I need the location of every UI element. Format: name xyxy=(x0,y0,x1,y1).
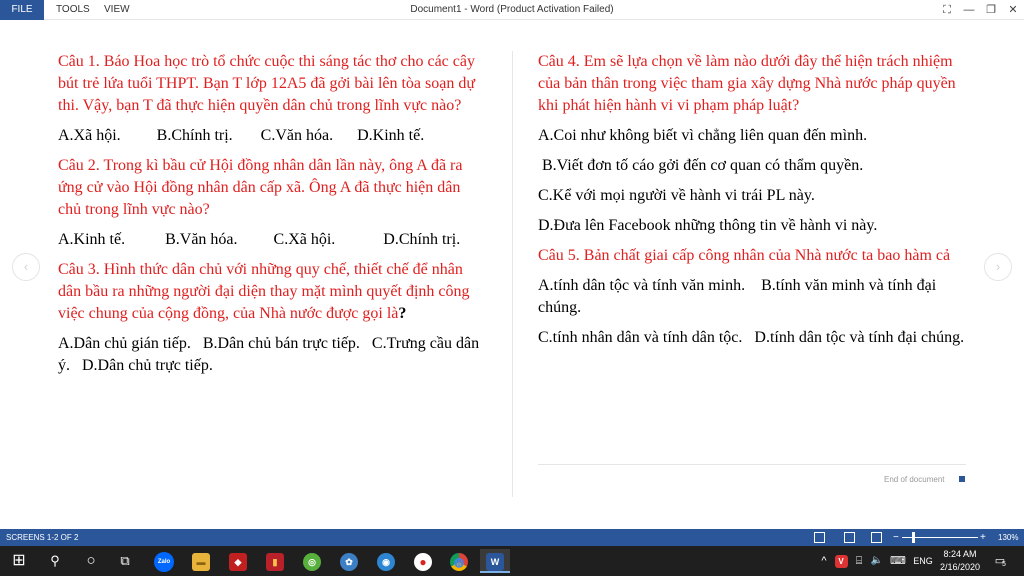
antivirus-chip: V xyxy=(834,554,848,568)
question-5-options-ab: A.tính dân tộc và tính văn minh. B.tính … xyxy=(538,277,941,316)
previous-screen-icon[interactable]: ‹ xyxy=(12,253,40,281)
input-language[interactable]: ENG xyxy=(911,546,935,576)
question-4-option-c: C.Kể với mọi người về hành vi trái PL nà… xyxy=(538,187,815,204)
title-bar: FILE TOOLS VIEW Document1 - Word (Produc… xyxy=(0,0,1024,20)
volume-icon[interactable]: 🔈 xyxy=(869,546,885,576)
zalo-app-icon[interactable]: Zalo xyxy=(149,549,179,573)
status-bar: SCREENS 1-2 OF 2 − + 130% xyxy=(0,529,1024,546)
question-4-option-d: D.Đưa lên Facebook những thông tin về hà… xyxy=(538,217,878,234)
zalo-chip: Zalo xyxy=(154,551,174,572)
search-icon[interactable]: ⚲ xyxy=(40,549,70,573)
end-of-document-rule xyxy=(538,464,966,465)
question-2: Câu 2. Trong kì bầu cử Hội đồng nhân dân… xyxy=(58,157,463,218)
chrome-icon[interactable]: ◍ xyxy=(444,549,474,573)
chrome-chip: ◍ xyxy=(450,552,468,571)
question-3-mark: ? xyxy=(398,305,407,322)
window-title: Document1 - Word (Product Activation Fai… xyxy=(410,4,614,15)
network-icon[interactable]: ⌸ xyxy=(851,546,867,576)
answer-3: A.Dân chủ gián tiếp. B.Dân chủ bán trực … xyxy=(58,335,484,374)
end-of-document-label: End of document xyxy=(884,475,945,484)
web-layout-icon[interactable] xyxy=(871,532,882,543)
next-screen-icon[interactable]: › xyxy=(984,253,1012,281)
screen-count: SCREENS 1-2 OF 2 xyxy=(6,533,79,542)
maximize-icon[interactable]: ❐ xyxy=(980,0,1002,20)
question-4: Câu 4. Em sẽ lựa chọn về làm nào dưới đâ… xyxy=(538,53,956,114)
windows-start-icon[interactable]: ⊞ xyxy=(4,549,34,573)
question-5-options-cd: C.tính nhân dân và tính dân tộc. D.tính … xyxy=(538,329,965,346)
close-icon[interactable]: ✕ xyxy=(1002,0,1024,20)
blue-app-icon[interactable]: ✿ xyxy=(334,549,364,573)
document-area: ‹ › Câu 1. Báo Hoa học trò tổ chức cuộc … xyxy=(0,21,1024,529)
circle-app-icon[interactable]: ◉ xyxy=(371,549,401,573)
question-3: Câu 3. Hình thức dân chủ với những quy c… xyxy=(58,259,486,325)
app7-chip: ◉ xyxy=(377,552,395,571)
read-mode-icon[interactable] xyxy=(814,532,825,543)
left-column: Câu 1. Báo Hoa học trò tổ chức cuộc thi … xyxy=(58,51,486,385)
task-view-icon[interactable]: ⧉ xyxy=(110,549,140,573)
tools-menu[interactable]: TOOLS xyxy=(56,0,90,20)
minimize-icon[interactable]: — xyxy=(958,0,980,20)
word-chip: W xyxy=(486,552,504,571)
game1-chip: ◆ xyxy=(229,552,247,571)
file-explorer-icon[interactable]: ▬ xyxy=(186,549,216,573)
recorder-icon[interactable]: ● xyxy=(408,549,438,573)
view-menu[interactable]: VIEW xyxy=(104,0,130,20)
game2-chip: ▮ xyxy=(266,552,284,571)
toolbar-toggle-icon[interactable]: ⛶ xyxy=(936,0,958,20)
record-chip: ● xyxy=(414,552,432,571)
green-app-icon[interactable]: ◎ xyxy=(297,549,327,573)
question-1: Câu 1. Báo Hoa học trò tổ chức cuộc thi … xyxy=(58,53,476,114)
clock[interactable]: 8:24 AM 2/16/2020 xyxy=(937,548,983,576)
keyboard-icon[interactable]: ⌨ xyxy=(887,546,909,576)
folder-icon: ▬ xyxy=(192,552,210,571)
question-3-text: Câu 3. Hình thức dân chủ với những quy c… xyxy=(58,261,470,322)
question-4-option-b: B.Viết đơn tố cáo gởi đến cơ quan có thẩ… xyxy=(538,157,864,174)
zoom-level[interactable]: 130% xyxy=(998,529,1018,546)
app5-chip: ◎ xyxy=(303,552,321,571)
file-menu[interactable]: FILE xyxy=(0,0,44,20)
game2-app-icon[interactable]: ▮ xyxy=(260,549,290,573)
clock-time: 8:24 AM xyxy=(943,549,977,559)
question-5: Câu 5. Bản chất giai cấp công nhân của N… xyxy=(538,247,951,264)
end-of-document-marker xyxy=(959,476,965,482)
zoom-slider-thumb[interactable] xyxy=(912,532,915,543)
print-layout-icon[interactable] xyxy=(844,532,855,543)
answer-1: A.Xã hội. B.Chính trị. C.Văn hóa. D.Kinh… xyxy=(58,127,425,144)
cortana-icon[interactable]: ○ xyxy=(76,549,106,573)
zoom-out-icon[interactable]: − xyxy=(893,529,899,546)
antivirus-tray-icon[interactable]: V xyxy=(834,546,848,576)
zoom-in-icon[interactable]: + xyxy=(980,529,986,546)
answer-2: A.Kinh tế. B.Văn hóa. C.Xã hội. D.Chính … xyxy=(58,231,461,248)
clock-date: 2/16/2020 xyxy=(939,562,981,572)
game-app-icon[interactable]: ◆ xyxy=(223,549,253,573)
notifications-icon[interactable]: ▭ 5 xyxy=(988,546,1012,576)
show-hidden-icons-icon[interactable]: ^ xyxy=(818,546,830,576)
right-column: Câu 4. Em sẽ lựa chọn về làm nào dưới đâ… xyxy=(538,51,970,357)
column-divider xyxy=(512,51,513,497)
taskbar: ⊞ ⚲ ○ ⧉ Zalo ▬ ◆ ▮ ◎ ✿ ◉ ● ◍ W ^ V ⌸ 🔈 ⌨… xyxy=(0,546,1024,576)
word-app-icon[interactable]: W xyxy=(480,549,510,573)
notification-count: 5 xyxy=(1002,561,1006,568)
question-4-option-a: A.Coi như không biết vì chẳng liên quan … xyxy=(538,127,868,144)
app6-chip: ✿ xyxy=(340,552,358,571)
